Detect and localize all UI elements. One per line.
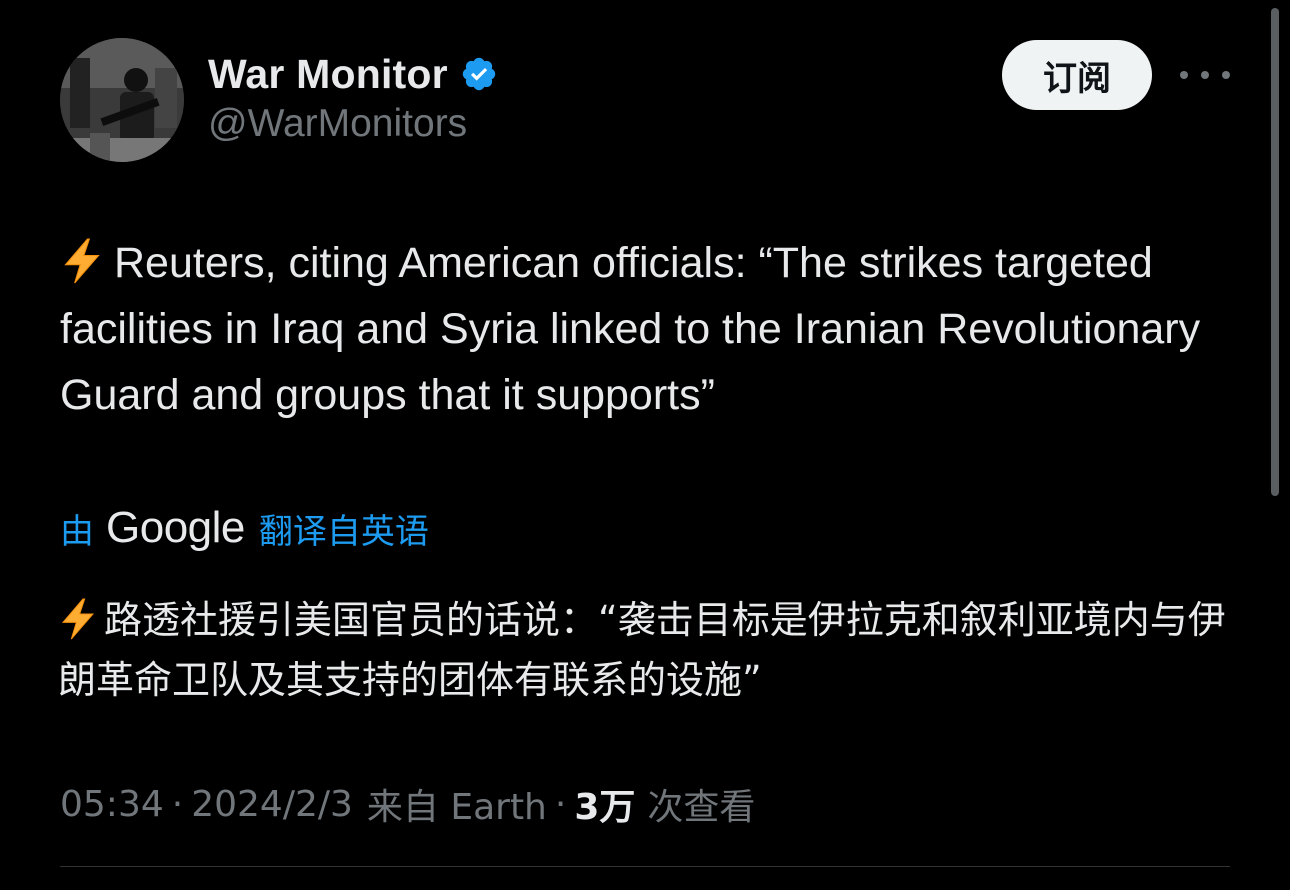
author-info[interactable]: War Monitor @WarMonitors bbox=[208, 48, 498, 146]
more-horizontal-icon[interactable] bbox=[1180, 58, 1230, 92]
divider bbox=[60, 866, 1230, 867]
tweet-text: Reuters, citing American officials: “The… bbox=[60, 230, 1240, 428]
tweet-meta: 05:34 · 2024/2/3 来自 Earth · 3万 次查看 bbox=[60, 776, 755, 832]
google-logo: Google bbox=[106, 503, 245, 552]
tweet-source: 来自 Earth bbox=[366, 787, 547, 828]
tweet-body: Reuters, citing American officials: “The… bbox=[60, 239, 1201, 419]
display-name[interactable]: War Monitor bbox=[208, 51, 448, 98]
meta-separator: · bbox=[171, 783, 184, 825]
tweet-date[interactable]: 2024/2/3 bbox=[191, 784, 353, 825]
dot bbox=[1180, 71, 1188, 79]
author-handle[interactable]: @WarMonitors bbox=[208, 102, 498, 146]
translation-attribution: 由 Google 翻译自英语 bbox=[60, 500, 429, 556]
tweet-header: War Monitor @WarMonitors 订阅 bbox=[60, 38, 1230, 162]
views-count: 3万 bbox=[574, 787, 636, 828]
translated-text: 路透社援引美国官员的话说：“袭击目标是伊拉克和叙利亚境内与伊朗革命卫队及其支持的… bbox=[58, 590, 1238, 710]
dot bbox=[1222, 71, 1230, 79]
views-label: 次查看 bbox=[647, 787, 756, 828]
meta-separator: · bbox=[554, 783, 567, 825]
translated-body: 路透社援引美国官员的话说：“袭击目标是伊拉克和叙利亚境内与伊朗革命卫队及其支持的… bbox=[58, 598, 1226, 702]
translation-label[interactable]: 翻译自英语 bbox=[259, 504, 429, 553]
tweet-time[interactable]: 05:34 bbox=[60, 784, 164, 825]
lightning-bolt-emoji bbox=[64, 238, 100, 284]
subscribe-button[interactable]: 订阅 bbox=[1002, 40, 1152, 110]
translation-prefix: 由 bbox=[60, 511, 94, 552]
dot bbox=[1201, 71, 1209, 79]
scrollbar[interactable] bbox=[1271, 8, 1279, 496]
avatar[interactable] bbox=[60, 38, 184, 162]
verified-badge-icon bbox=[462, 57, 496, 91]
lightning-bolt-emoji bbox=[61, 598, 95, 640]
display-name-row: War Monitor bbox=[208, 48, 498, 100]
